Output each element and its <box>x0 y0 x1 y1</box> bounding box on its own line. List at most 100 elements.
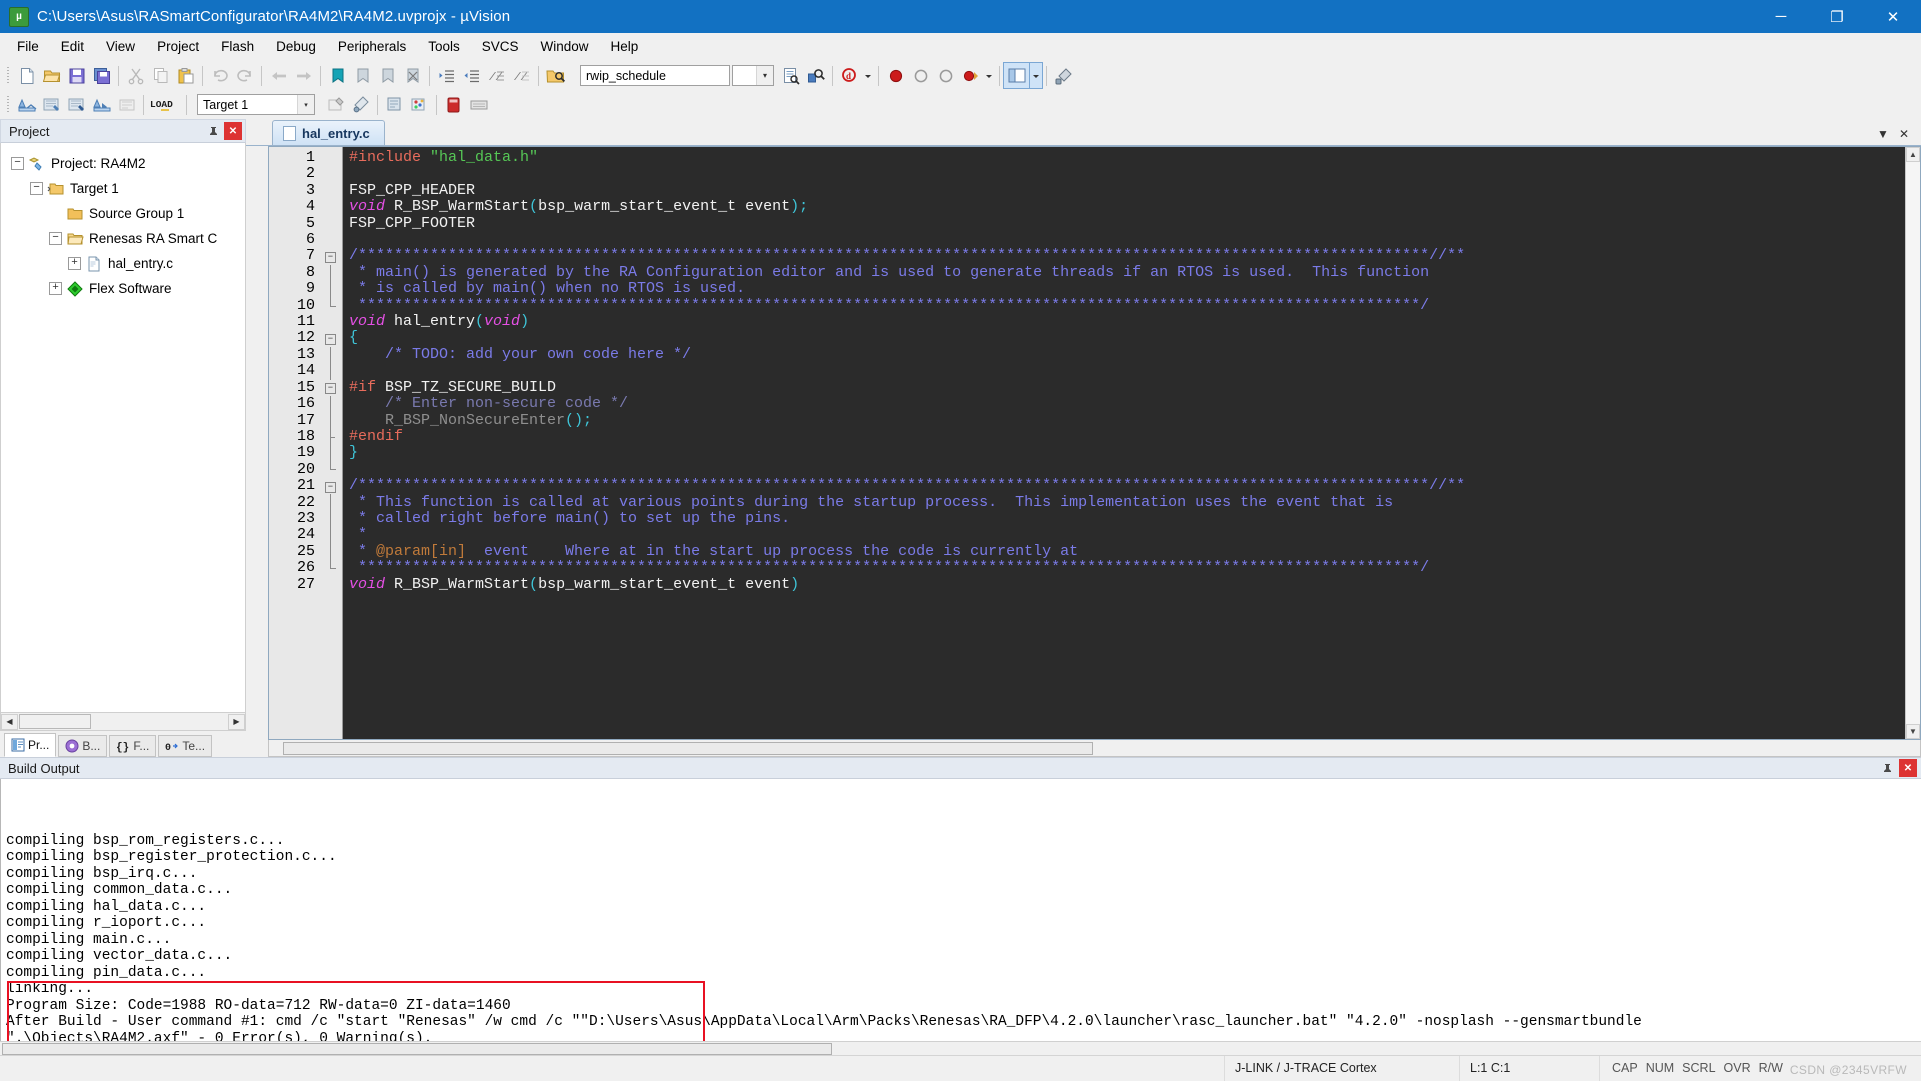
menu-item-flash[interactable]: Flash <box>210 35 265 58</box>
target-select[interactable]: Target 1 ▾ <box>197 94 315 115</box>
tree-item[interactable]: + Flex Software <box>7 276 245 301</box>
fold-collapse-icon[interactable]: − <box>321 478 342 494</box>
uncomment-icon[interactable]: // <box>509 63 534 88</box>
pin-icon[interactable] <box>1878 759 1896 777</box>
build-output-hscroll-thumb[interactable] <box>2 1042 832 1055</box>
hscroll-thumb[interactable] <box>19 714 91 729</box>
tab-list-icon[interactable]: ▼ <box>1877 127 1889 141</box>
zoom-dropdown-icon[interactable] <box>862 63 874 88</box>
collapse-icon[interactable]: − <box>49 232 62 245</box>
minimize-button[interactable]: ─ <box>1753 0 1809 33</box>
close-icon[interactable]: ✕ <box>1899 759 1917 777</box>
open-file-icon[interactable] <box>39 63 64 88</box>
disable-all-breakpoints-icon[interactable] <box>958 63 983 88</box>
menu-item-help[interactable]: Help <box>600 35 650 58</box>
disable-breakpoint-icon[interactable] <box>933 63 958 88</box>
find-combo[interactable]: rwip_schedule <box>580 65 730 86</box>
zoom-icon[interactable]: d <box>837 63 862 88</box>
code-folding-column[interactable]: − − − − <box>321 147 343 739</box>
fold-collapse-icon[interactable]: − <box>321 379 342 395</box>
build-output-hscrollbar[interactable] <box>0 1041 1921 1055</box>
tree-item[interactable]: − Project: RA4M2 <box>7 151 245 176</box>
menu-item-svcs[interactable]: SVCS <box>471 35 530 58</box>
menu-item-file[interactable]: File <box>6 35 50 58</box>
batch-build-icon[interactable] <box>89 92 114 117</box>
smart-configurator-icon[interactable] <box>441 92 466 117</box>
menu-item-project[interactable]: Project <box>146 35 210 58</box>
indent-icon[interactable] <box>434 63 459 88</box>
save-icon[interactable] <box>64 63 89 88</box>
code-text[interactable]: #include "hal_data.h" FSP_CPP_HEADER void… <box>343 147 1905 739</box>
window-layout-dropdown-icon[interactable] <box>1029 62 1043 89</box>
tab-close-icon[interactable]: ✕ <box>1899 127 1909 141</box>
bookmark-toggle-icon[interactable] <box>325 63 350 88</box>
pack-installer-icon[interactable] <box>407 92 432 117</box>
panel-tab-b[interactable]: B... <box>58 735 108 757</box>
editor-hscrollbar[interactable] <box>268 740 1921 757</box>
bookmark-clear-icon[interactable] <box>400 63 425 88</box>
cut-icon[interactable] <box>123 63 148 88</box>
panel-tab-f[interactable]: {} F... <box>109 735 157 757</box>
project-tree-hscrollbar[interactable]: ◀ ▶ <box>0 713 246 731</box>
menu-item-debug[interactable]: Debug <box>265 35 327 58</box>
find-icon[interactable] <box>803 63 828 88</box>
expand-icon[interactable]: + <box>68 257 81 270</box>
redo-icon[interactable] <box>232 63 257 88</box>
collapse-icon[interactable]: − <box>30 182 43 195</box>
copy-icon[interactable] <box>148 63 173 88</box>
breakpoints-dropdown-icon[interactable] <box>983 63 995 88</box>
toolbar-grip[interactable] <box>4 94 12 116</box>
comment-icon[interactable]: // <box>484 63 509 88</box>
tree-item[interactable]: + hal_entry.c <box>7 251 245 276</box>
tree-item[interactable]: Source Group 1 <box>7 201 245 226</box>
undo-icon[interactable] <box>207 63 232 88</box>
stop-build-icon[interactable] <box>114 92 139 117</box>
insert-breakpoint-icon[interactable] <box>883 63 908 88</box>
find-in-files-icon[interactable] <box>543 63 568 88</box>
code-editor[interactable]: 1 2 3 4 5 6 7 8 9 10 11 12 13 14 15 16 17 18 19 20 21 22 23 24 2… <box>268 146 1921 740</box>
editor-hscroll-thumb[interactable] <box>283 741 1093 755</box>
paste-icon[interactable] <box>173 63 198 88</box>
tree-item[interactable]: − Renesas RA Smart C <box>7 226 245 251</box>
collapse-icon[interactable]: − <box>11 157 24 170</box>
window-layout-icon[interactable] <box>1003 62 1031 89</box>
kill-breakpoints-icon[interactable] <box>908 63 933 88</box>
rebuild-icon[interactable] <box>64 92 89 117</box>
navigate-forward-icon[interactable] <box>291 63 316 88</box>
target-options-icon[interactable] <box>323 92 348 117</box>
scroll-up-icon[interactable]: ▲ <box>1906 147 1920 162</box>
panel-tab-pr[interactable]: Pr... <box>4 733 57 757</box>
toolbar-grip[interactable] <box>4 65 12 87</box>
menu-item-window[interactable]: Window <box>529 35 599 58</box>
new-file-icon[interactable] <box>14 63 39 88</box>
close-icon[interactable]: ✕ <box>224 122 242 140</box>
navigate-back-icon[interactable] <box>266 63 291 88</box>
chevron-down-icon[interactable]: ▾ <box>756 66 773 85</box>
fold-collapse-icon[interactable]: − <box>321 330 342 346</box>
fold-collapse-icon[interactable]: − <box>321 248 342 264</box>
menu-item-peripherals[interactable]: Peripherals <box>327 35 417 58</box>
scroll-right-icon[interactable]: ▶ <box>228 713 245 730</box>
bookmark-prev-icon[interactable] <box>350 63 375 88</box>
build-output-text[interactable]: compiling bsp_rom_registers.c... compilin… <box>0 779 1921 1041</box>
outdent-icon[interactable] <box>459 63 484 88</box>
maximize-button[interactable]: ❐ <box>1809 0 1865 33</box>
download-icon[interactable]: LOAD <box>148 92 182 117</box>
panel-tab-te[interactable]: 0 Te... <box>158 735 213 757</box>
close-button[interactable]: ✕ <box>1865 0 1921 33</box>
translate-icon[interactable] <box>14 92 39 117</box>
configure-icon[interactable] <box>1051 63 1076 88</box>
expand-icon[interactable]: + <box>49 282 62 295</box>
browse-symbol-icon[interactable] <box>778 63 803 88</box>
function-combo[interactable]: ▾ <box>732 65 774 86</box>
menu-item-tools[interactable]: Tools <box>417 35 471 58</box>
scroll-down-icon[interactable]: ▼ <box>1906 724 1920 739</box>
project-tree[interactable]: − Project: RA4M2− Target 1 Source Group 1− R… <box>0 143 246 713</box>
configure-flash-icon[interactable] <box>466 92 491 117</box>
manage-runtime-icon[interactable] <box>348 92 373 117</box>
pin-icon[interactable] <box>204 122 222 140</box>
save-all-icon[interactable] <box>89 63 114 88</box>
scroll-left-icon[interactable]: ◀ <box>1 713 18 730</box>
menu-item-edit[interactable]: Edit <box>50 35 95 58</box>
menu-item-view[interactable]: View <box>95 35 146 58</box>
